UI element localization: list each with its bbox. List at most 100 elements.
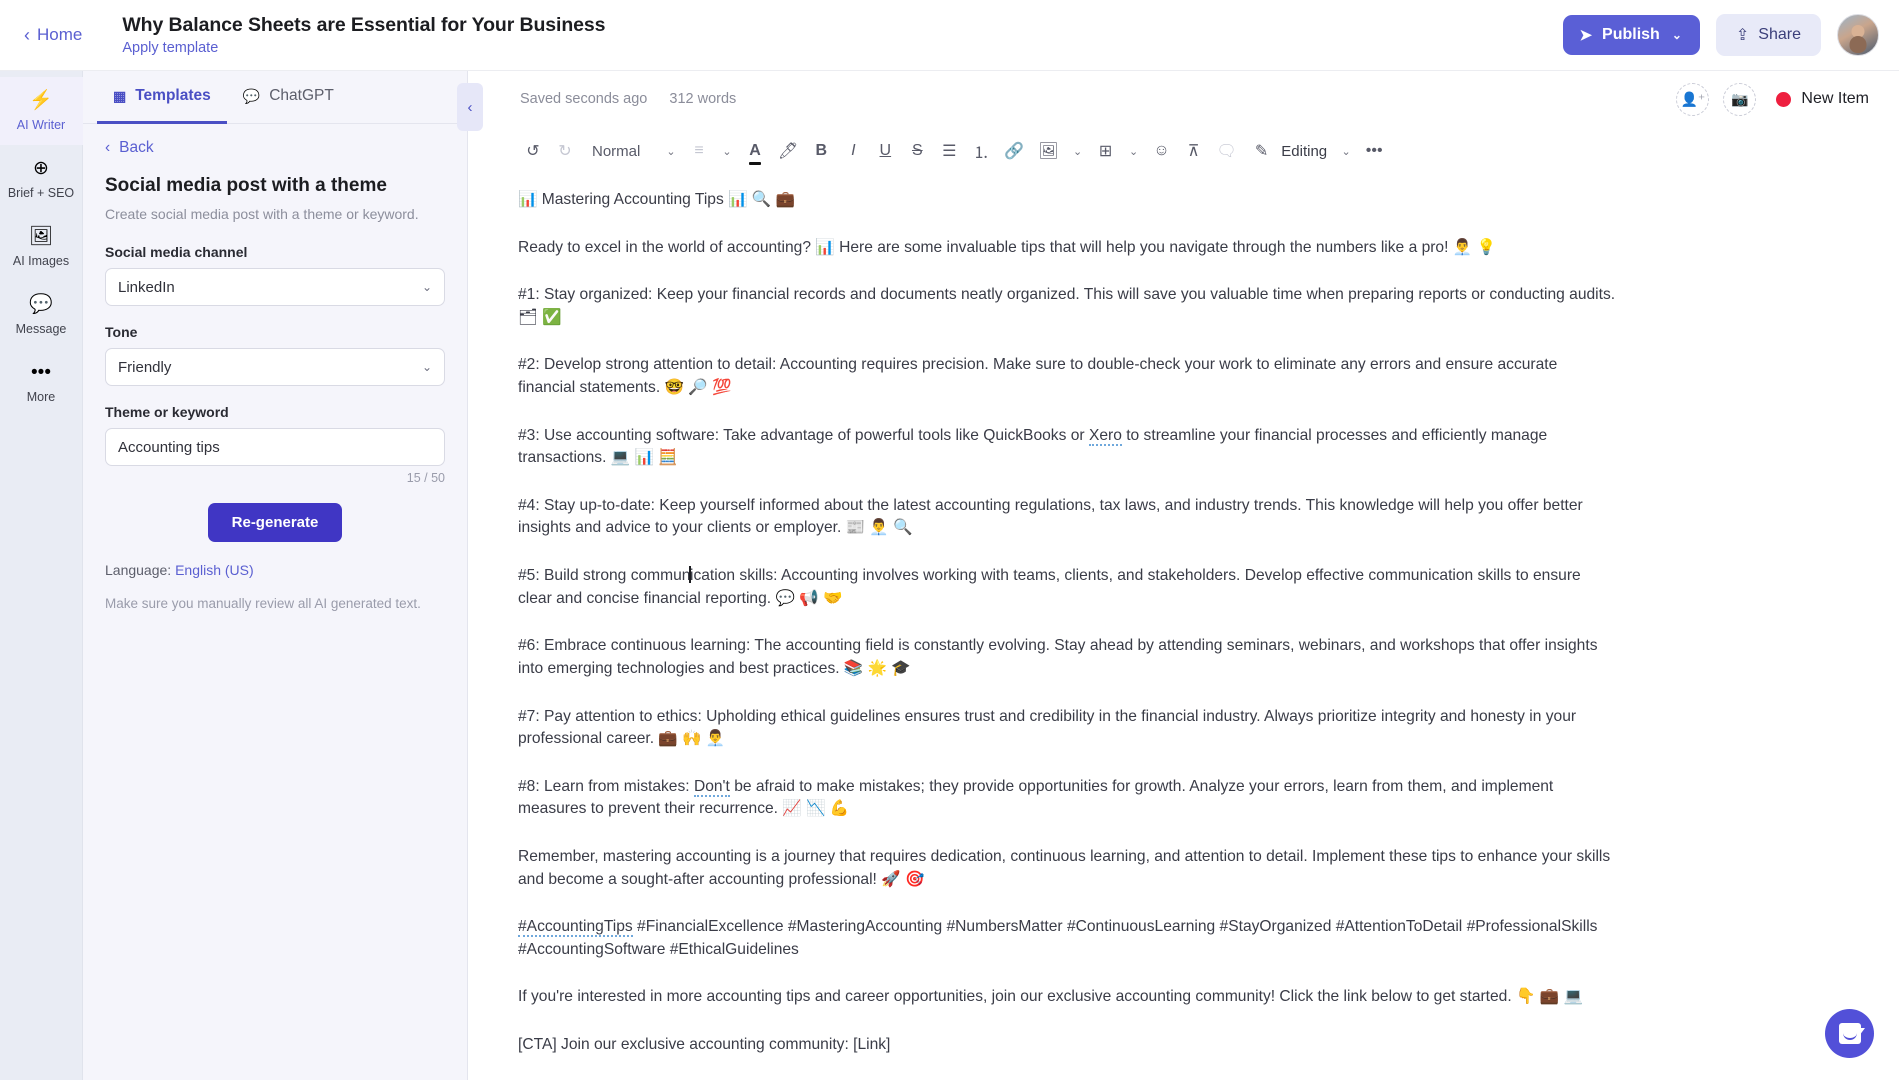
back-button[interactable]: ‹ Back xyxy=(105,139,445,157)
share-label: Share xyxy=(1758,26,1801,43)
editing-mode-caret[interactable]: ⌄ xyxy=(1335,135,1357,167)
paragraph-style-caret[interactable]: ⌄ xyxy=(660,135,682,167)
back-label: Back xyxy=(119,139,154,156)
table-caret[interactable]: ⌄ xyxy=(1123,135,1145,167)
font-color-icon: A xyxy=(749,142,761,165)
chevron-down-icon: ⌄ xyxy=(1341,145,1351,158)
clear-formatting-button[interactable]: ⊼ xyxy=(1179,135,1209,167)
paragraph-style-select[interactable]: Normal xyxy=(582,135,658,167)
tab-templates-label: Templates xyxy=(135,87,211,104)
highlight-button[interactable]: 🖊 xyxy=(772,135,804,167)
clear-format-icon: ⊼ xyxy=(1187,143,1200,160)
tab-chatgpt[interactable]: 💬 ChatGPT xyxy=(227,71,350,124)
paragraph-tip-5[interactable]: #5: Build strong communication skills: A… xyxy=(518,565,1618,610)
redo-icon: ↻ xyxy=(558,143,572,160)
paragraph-intro[interactable]: Ready to excel in the world of accountin… xyxy=(518,237,1618,260)
italic-icon: I xyxy=(851,142,856,159)
app-root: ‹ Home Why Balance Sheets are Essential … xyxy=(0,0,1899,1080)
editing-mode-button[interactable]: ✎ Editing xyxy=(1245,135,1333,167)
chevron-left-icon: ‹ xyxy=(467,98,473,116)
bold-icon: B xyxy=(815,142,828,159)
document-content[interactable]: 📊 Mastering Accounting Tips 📊 🔍 💼 Ready … xyxy=(518,189,1618,1057)
panel-tabs: ▦ Templates 💬 ChatGPT xyxy=(83,71,467,124)
link-button[interactable]: 🔗 xyxy=(998,135,1030,167)
align-caret[interactable]: ⌄ xyxy=(716,135,738,167)
rail-item-ai-writer[interactable]: ⚡ AI Writer xyxy=(0,77,83,145)
chevron-left-icon: ‹ xyxy=(24,25,30,45)
image-caret[interactable]: ⌄ xyxy=(1067,135,1089,167)
numbered-list-icon: ⒈ xyxy=(973,145,990,162)
strikethrough-icon: S xyxy=(911,142,923,159)
redo-button[interactable]: ↻ xyxy=(550,135,580,167)
rail-label-ai-writer: AI Writer xyxy=(16,118,66,132)
document-title-group: Why Balance Sheets are Essential for You… xyxy=(122,14,605,56)
tab-templates[interactable]: ▦ Templates xyxy=(97,71,227,124)
more-options-button[interactable]: ••• xyxy=(1359,135,1389,167)
tab-chatgpt-label: ChatGPT xyxy=(269,87,334,104)
chevron-left-icon: ‹ xyxy=(105,139,111,156)
saved-status: Saved seconds ago xyxy=(520,91,648,107)
emoji-button[interactable]: ☺ xyxy=(1147,135,1177,167)
font-color-button[interactable]: A xyxy=(740,135,770,167)
paragraph-tip-7[interactable]: #7: Pay attention to ethics: Upholding e… xyxy=(518,706,1618,751)
paragraph-tip-3[interactable]: #3: Use accounting software: Take advant… xyxy=(518,425,1618,470)
publish-label: Publish xyxy=(1602,26,1660,43)
editor-status-actions: 👤⁺ 📷 New Item xyxy=(1676,82,1869,116)
undo-button[interactable]: ↺ xyxy=(518,135,548,167)
top-bar-actions: ➤ Publish ⌄ ⇪ Share xyxy=(1563,14,1879,56)
support-chat-button[interactable] xyxy=(1825,1009,1874,1058)
paragraph-tip-2[interactable]: #2: Develop strong attention to detail: … xyxy=(518,354,1618,399)
paragraph-tip-6[interactable]: #6: Embrace continuous learning: The acc… xyxy=(518,635,1618,680)
add-media-button[interactable]: 📷 xyxy=(1723,82,1757,116)
bullet-list-button[interactable]: ☰ xyxy=(934,135,964,167)
share-button[interactable]: ⇪ Share xyxy=(1715,14,1821,56)
chevron-down-icon: ⌄ xyxy=(1128,145,1139,158)
align-left-icon: ≡ xyxy=(694,142,704,159)
chevron-down-icon: ⌄ xyxy=(722,145,732,158)
comment-button[interactable]: 🗨 xyxy=(1211,135,1243,167)
invite-collaborator-button[interactable]: 👤⁺ xyxy=(1676,82,1710,116)
editor-status-bar: Saved seconds ago 312 words 👤⁺ 📷 New Ite… xyxy=(468,71,1899,127)
editing-mode-label: Editing xyxy=(1281,142,1328,160)
align-button[interactable]: ≡ xyxy=(684,135,714,167)
document-canvas[interactable]: 📊 Mastering Accounting Tips 📊 🔍 💼 Ready … xyxy=(0,175,1899,1080)
paragraph-tip-1[interactable]: #1: Stay organized: Keep your financial … xyxy=(518,284,1618,329)
paragraph-heading[interactable]: 📊 Mastering Accounting Tips 📊 🔍 💼 xyxy=(518,189,1618,212)
apply-template-link[interactable]: Apply template xyxy=(122,40,605,56)
paragraph-community[interactable]: If you're interested in more accounting … xyxy=(518,986,1618,1009)
person-add-icon: 👤⁺ xyxy=(1680,90,1706,107)
avatar[interactable] xyxy=(1837,14,1879,56)
new-item-button[interactable]: New Item xyxy=(1776,90,1869,108)
editor-toolbar: ↺ ↻ Normal ⌄ ≡ ⌄ A 🖊 B I U S ☰ ⒈ 🔗 🖼 ⌄ ⊞… xyxy=(468,127,1899,175)
undo-icon: ↺ xyxy=(526,143,540,160)
bold-button[interactable]: B xyxy=(806,135,836,167)
underline-button[interactable]: U xyxy=(870,135,900,167)
chevron-down-icon: ⌄ xyxy=(1072,145,1083,158)
status-dot-icon xyxy=(1776,91,1792,107)
grid-icon: ▦ xyxy=(113,87,127,104)
paragraph-tip-4[interactable]: #4: Stay up-to-date: Keep yourself infor… xyxy=(518,495,1618,540)
link-icon: 🔗 xyxy=(1004,143,1025,160)
paragraph-style-value: Normal xyxy=(592,142,641,160)
page-title: Why Balance Sheets are Essential for You… xyxy=(122,14,606,36)
publish-button[interactable]: ➤ Publish ⌄ xyxy=(1563,15,1700,55)
send-icon: ➤ xyxy=(1579,27,1593,44)
paragraph-tip-8[interactable]: #8: Learn from mistakes: Don't be afraid… xyxy=(518,776,1618,821)
image-button[interactable]: 🖼 xyxy=(1032,135,1064,167)
table-icon: ⊞ xyxy=(1098,143,1113,160)
table-button[interactable]: ⊞ xyxy=(1091,135,1121,167)
italic-button[interactable]: I xyxy=(838,135,868,167)
paragraph-closing[interactable]: Remember, mastering accounting is a jour… xyxy=(518,846,1618,891)
numbered-list-button[interactable]: ⒈ xyxy=(966,135,996,167)
share-upload-icon: ⇪ xyxy=(1735,27,1750,44)
chevron-down-icon: ⌄ xyxy=(1671,28,1682,42)
comment-icon: 🗨 xyxy=(1216,143,1237,160)
body-row: ⚡ AI Writer ⊕ Brief + SEO 🖼 AI Images 💬 … xyxy=(0,71,1899,1080)
paragraph-hashtags[interactable]: #AccountingTips #FinancialExcellence #Ma… xyxy=(518,916,1618,961)
top-bar: ‹ Home Why Balance Sheets are Essential … xyxy=(0,0,1899,71)
paragraph-cta[interactable]: [CTA] Join our exclusive accounting comm… xyxy=(518,1034,1618,1057)
strikethrough-button[interactable]: S xyxy=(902,135,932,167)
collapse-panel-button[interactable]: ‹ xyxy=(457,83,483,131)
home-back-button[interactable]: ‹ Home xyxy=(14,19,92,51)
bullet-list-icon: ☰ xyxy=(942,143,957,160)
